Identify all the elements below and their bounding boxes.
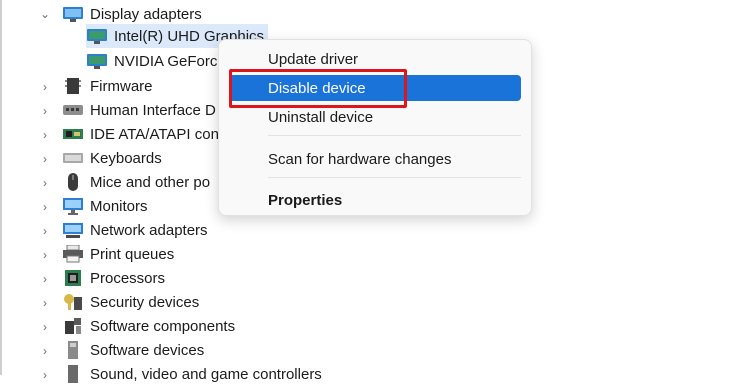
software-component-icon [65,318,81,334]
tree-item-firmware[interactable]: Firmware [62,74,153,98]
hid-icon [63,105,83,115]
tree-item-nvidia-geforce[interactable]: NVIDIA GeForce [86,49,226,73]
menu-separator [268,135,521,136]
firmware-icon [65,78,81,94]
tree-item-software-devices[interactable]: Software devices [62,338,204,362]
tree-item-software-components[interactable]: Software components [62,314,235,338]
tree-item-sound-video-game[interactable]: Sound, video and game controllers [62,362,322,386]
tree-item-network-adapters[interactable]: Network adapters [62,218,208,242]
menu-separator [268,177,521,178]
chevron-right-icon[interactable]: › [38,320,52,334]
tree-item-mice[interactable]: Mice and other po [62,170,210,194]
chevron-right-icon[interactable]: › [38,80,52,94]
chevron-right-icon[interactable]: › [38,224,52,238]
processor-icon [65,270,81,286]
chevron-right-icon[interactable]: › [38,296,52,310]
security-device-icon [64,294,82,310]
tree-item-print-queues[interactable]: Print queues [62,242,174,266]
chevron-right-icon[interactable]: › [38,368,52,382]
monitor-icon [63,198,83,215]
chevron-right-icon[interactable]: › [38,128,52,142]
sound-device-icon [68,365,78,383]
display-adapter-icon [63,7,83,22]
keyboard-icon [63,153,83,163]
tree-item-processors[interactable]: Processors [62,266,165,290]
chevron-right-icon[interactable]: › [38,344,52,358]
tree-item-security-devices[interactable]: Security devices [62,290,199,314]
menu-item-update-driver[interactable]: Update driver [229,46,521,72]
menu-item-uninstall-device[interactable]: Uninstall device [229,104,521,130]
menu-item-disable-device[interactable]: Disable device [229,75,521,101]
chevron-right-icon[interactable]: › [38,152,52,166]
ide-controller-icon [63,129,83,139]
menu-item-scan-hardware[interactable]: Scan for hardware changes [229,146,521,172]
chevron-right-icon[interactable]: › [38,248,52,262]
display-adapter-icon [87,54,107,69]
software-device-icon [68,341,78,359]
chevron-right-icon[interactable]: › [38,200,52,214]
chevron-right-icon[interactable]: › [38,272,52,286]
tree-item-display-adapters[interactable]: Display adapters [62,2,202,26]
network-adapter-icon [63,223,83,238]
chevron-right-icon[interactable]: › [38,176,52,190]
context-menu: Update driver Disable device Uninstall d… [218,39,532,216]
chevron-right-icon[interactable]: › [38,104,52,118]
mouse-icon [68,173,78,191]
tree-item-ide-ata-atapi[interactable]: IDE ATA/ATAPI cont [62,122,223,146]
chevron-down-icon[interactable]: ⌄ [38,7,52,21]
printer-icon [63,245,83,263]
tree-item-human-interface[interactable]: Human Interface D [62,98,216,122]
tree-item-keyboards[interactable]: Keyboards [62,146,162,170]
display-adapter-icon [87,29,107,44]
tree-item-monitors[interactable]: Monitors [62,194,148,218]
menu-item-properties[interactable]: Properties [229,187,521,213]
